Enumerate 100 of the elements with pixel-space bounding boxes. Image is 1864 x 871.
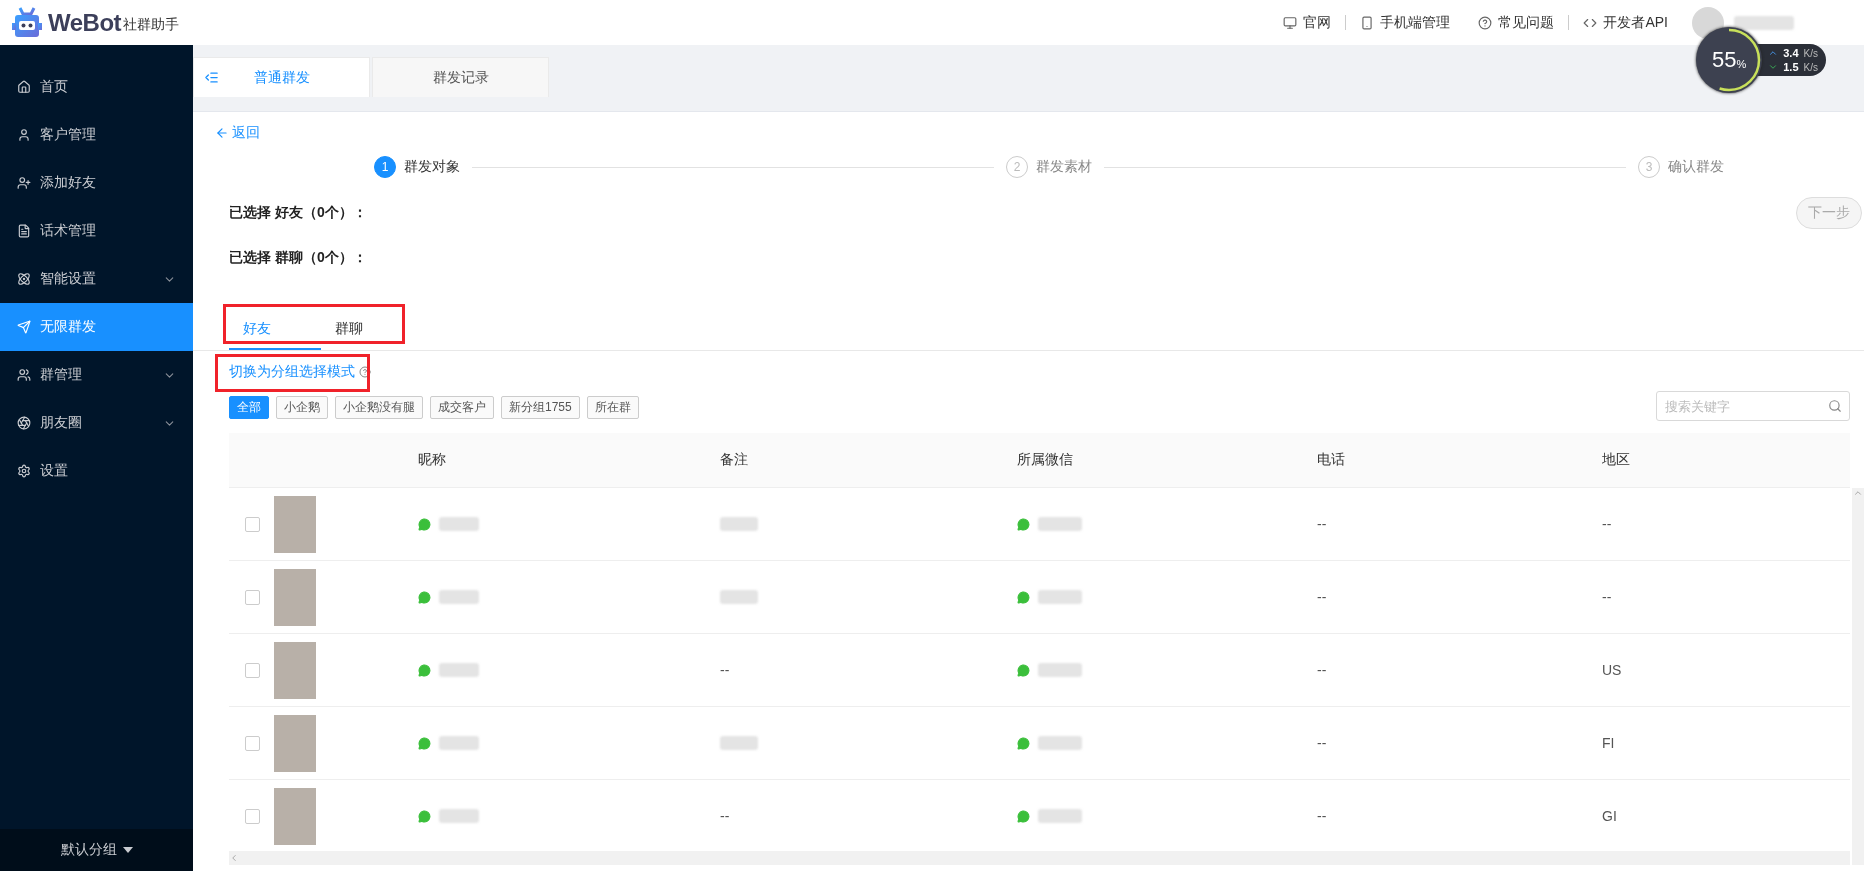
aperture-icon <box>17 416 31 430</box>
table-cell: -- <box>1317 808 1327 824</box>
sidebar-item[interactable]: 智能设置 <box>0 255 193 303</box>
step-number: 1 <box>374 156 396 178</box>
group-tag[interactable]: 小企鹅没有腿 <box>335 395 423 419</box>
table-cell: GI <box>1602 808 1617 824</box>
avatar-placeholder <box>274 787 316 845</box>
monitor-icon <box>1283 15 1298 30</box>
blurred-text <box>720 517 758 531</box>
sidebar-item[interactable]: 设置 <box>0 447 193 495</box>
blurred-text <box>1038 590 1082 604</box>
blurred-text <box>1038 809 1082 823</box>
table-cell: -- <box>1317 589 1327 605</box>
avatar-placeholder <box>274 495 316 553</box>
sidebar-item[interactable]: 朋友圈 <box>0 399 193 447</box>
robot-logo-icon <box>12 6 42 39</box>
chat-icon <box>418 809 431 823</box>
column-header: 电话 <box>1317 451 1346 469</box>
step-number: 3 <box>1638 156 1660 178</box>
selected-summary: 已选择 群聊（0个）： <box>229 248 367 267</box>
vertical-scrollbar[interactable] <box>1852 488 1864 865</box>
row-checkbox[interactable] <box>245 662 260 678</box>
chat-icon <box>1017 809 1030 823</box>
top-nav-link[interactable]: 手机端管理 <box>1346 13 1465 32</box>
brand-tagline: 社群助手 <box>123 15 180 34</box>
sidebar-item[interactable]: 首页 <box>0 63 193 111</box>
table-cell: -- <box>1602 516 1612 532</box>
chat-icon <box>418 663 431 677</box>
step-label: 群发素材 <box>1036 158 1092 176</box>
row-checkbox[interactable] <box>245 735 260 751</box>
blurred-text <box>439 590 479 604</box>
help-icon <box>1478 15 1493 30</box>
search-field[interactable]: 搜索关键字 <box>1656 391 1850 421</box>
brand-name: WeBot <box>48 8 122 37</box>
paper-plane-icon <box>17 320 31 334</box>
column-header: 昵称 <box>418 451 447 469</box>
page-tab[interactable]: 群发记录 <box>372 57 549 97</box>
blurred-text <box>1734 15 1794 30</box>
blurred-text <box>720 736 758 750</box>
group-tag[interactable]: 成交客户 <box>430 395 494 419</box>
download-speed: 1.5 <box>1783 61 1799 73</box>
chat-icon <box>1017 590 1030 604</box>
chat-icon <box>418 517 431 531</box>
chat-icon <box>1017 663 1030 677</box>
speed-unit: K/s <box>1803 47 1818 59</box>
table-cell: -- <box>1317 662 1327 678</box>
scroll-up-icon[interactable] <box>1853 488 1863 498</box>
atom-icon <box>17 272 31 286</box>
column-header: 备注 <box>720 451 749 469</box>
row-checkbox[interactable] <box>245 589 260 605</box>
chat-icon <box>418 736 431 750</box>
blurred-text <box>1038 663 1082 677</box>
step-label: 确认群发 <box>1668 158 1724 176</box>
group-tag[interactable]: 所在群 <box>586 395 639 419</box>
home-icon <box>17 80 31 94</box>
chat-icon <box>418 590 431 604</box>
collapse-menu-icon <box>204 70 219 85</box>
step-number: 2 <box>1006 156 1028 178</box>
blurred-text <box>439 663 479 677</box>
help-icon[interactable] <box>359 366 371 378</box>
blurred-text <box>1038 517 1082 531</box>
search-icon[interactable] <box>1828 399 1842 413</box>
scroll-left-icon[interactable] <box>229 853 239 863</box>
sidebar-item[interactable]: 添加好友 <box>0 159 193 207</box>
group-tag[interactable]: 小企鹅 <box>276 395 328 419</box>
row-checkbox[interactable] <box>245 516 260 532</box>
column-header: 地区 <box>1602 451 1631 469</box>
users-icon <box>17 368 31 382</box>
horizontal-scrollbar[interactable] <box>229 851 1850 865</box>
sidebar-item[interactable]: 群管理 <box>0 351 193 399</box>
sidebar-item[interactable]: 话术管理 <box>0 207 193 255</box>
column-header: 所属微信 <box>1017 451 1074 469</box>
top-nav-link[interactable]: 开发者API <box>1569 13 1682 32</box>
chat-icon <box>1017 736 1030 750</box>
group-selector[interactable]: 默认分组 <box>0 829 193 871</box>
avatar-placeholder <box>274 568 316 626</box>
table-cell: -- <box>1317 516 1327 532</box>
chat-icon <box>1017 517 1030 531</box>
document-icon <box>17 224 31 238</box>
blurred-text <box>439 809 479 823</box>
percent-unit: % <box>1736 58 1747 70</box>
settings-icon <box>17 464 31 478</box>
blurred-text <box>439 517 479 531</box>
group-tag[interactable]: 新分组1755 <box>501 395 580 419</box>
top-nav-link[interactable]: 常见问题 <box>1464 13 1569 32</box>
upload-speed: 3.4 <box>1783 47 1799 59</box>
row-checkbox[interactable] <box>245 808 260 824</box>
table-cell: -- <box>720 662 730 678</box>
step-label: 群发对象 <box>404 158 460 176</box>
table-cell: FI <box>1602 735 1615 751</box>
table-cell: -- <box>1317 735 1327 751</box>
target-tab[interactable]: 群聊 <box>321 310 413 350</box>
sidebar-item[interactable]: 客户管理 <box>0 111 193 159</box>
top-nav-link[interactable]: 官网 <box>1269 13 1346 32</box>
table-cell: US <box>1602 662 1622 678</box>
avatar-placeholder <box>274 714 316 772</box>
cpu-percent: 55 <box>1712 47 1737 73</box>
caret-icon <box>122 847 133 853</box>
avatar-placeholder <box>274 641 316 699</box>
selected-summary: 已选择 好友（0个）： <box>229 203 367 222</box>
